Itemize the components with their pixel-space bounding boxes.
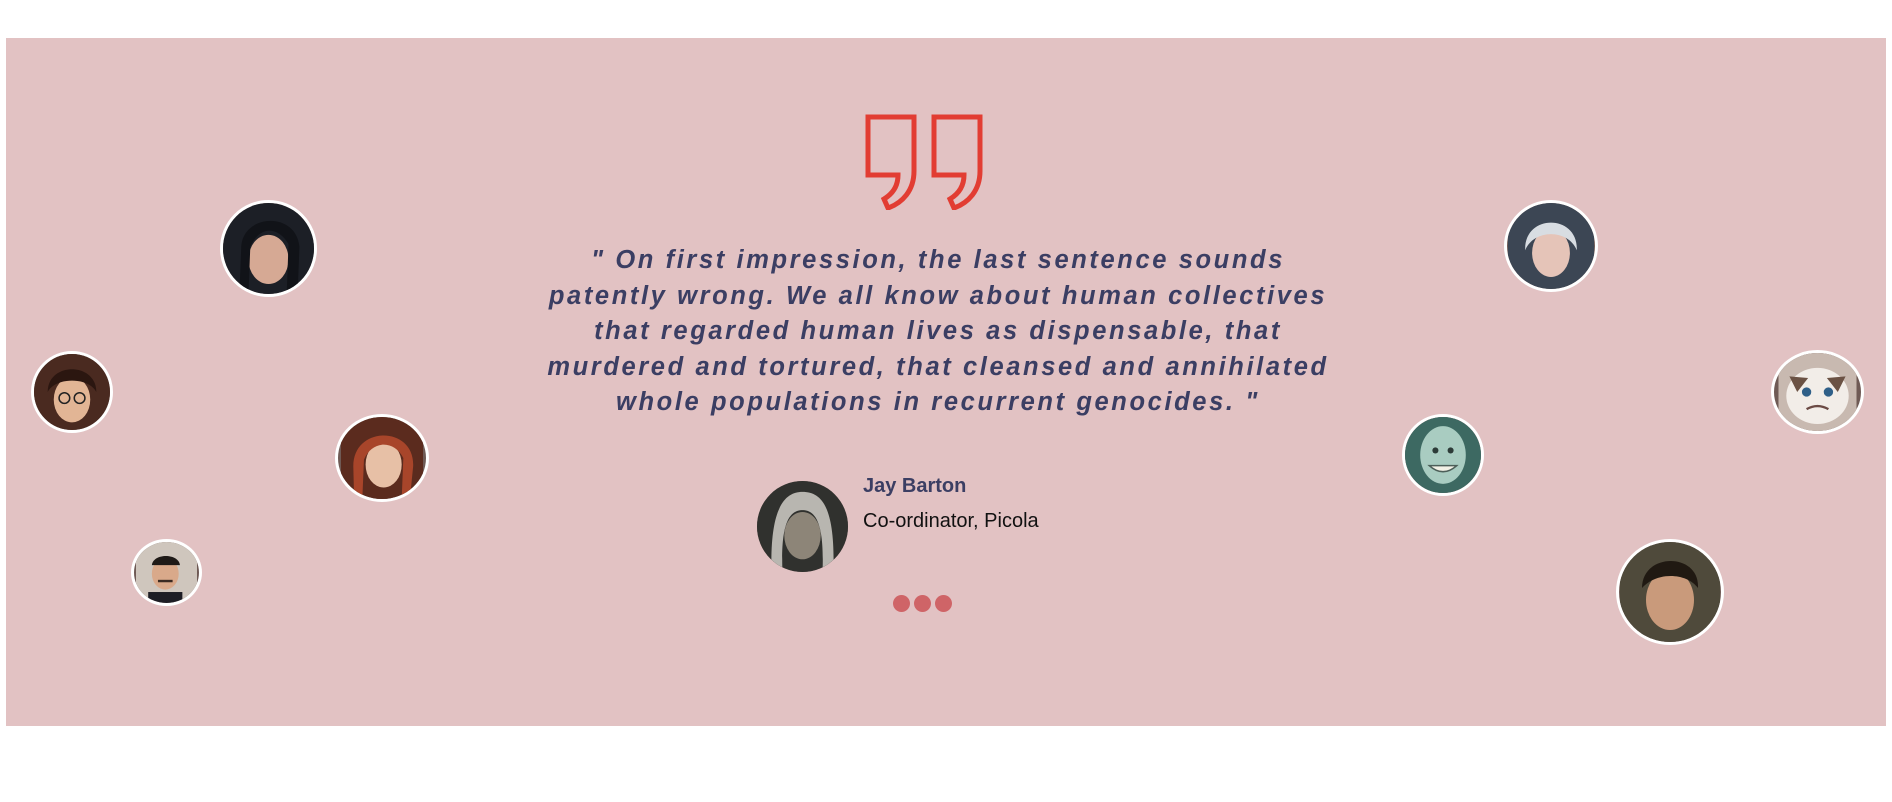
- carousel-dot[interactable]: [935, 595, 952, 612]
- author-avatar: [757, 481, 848, 572]
- avatar-portrait-icon: [1405, 417, 1481, 493]
- floating-avatar[interactable]: [1504, 200, 1598, 292]
- carousel-dot[interactable]: [893, 595, 910, 612]
- floating-avatar[interactable]: [1616, 539, 1724, 645]
- carousel-pagination: [893, 595, 952, 612]
- floating-avatar[interactable]: [335, 414, 429, 502]
- floating-avatar[interactable]: [31, 351, 113, 433]
- carousel-dot[interactable]: [914, 595, 931, 612]
- author-portrait-icon: [757, 481, 848, 572]
- floating-avatar[interactable]: [220, 200, 317, 297]
- closing-quote-icon: [865, 114, 983, 210]
- avatar-portrait-icon: [223, 203, 314, 294]
- floating-avatar[interactable]: [1402, 414, 1484, 496]
- avatar-portrait-icon: [34, 354, 110, 430]
- avatar-portrait-icon: [1778, 353, 1857, 431]
- floating-avatar[interactable]: [131, 539, 202, 606]
- author-role: Co-ordinator, Picola: [863, 510, 1039, 532]
- avatar-portrait-icon: [341, 417, 423, 499]
- floating-avatar[interactable]: [1771, 350, 1864, 434]
- testimonial-quote: " On first impression, the last sentence…: [547, 246, 1329, 416]
- avatar-portrait-icon: [1508, 203, 1594, 289]
- author-name: Jay Barton: [863, 475, 967, 497]
- avatar-portrait-icon: [1620, 542, 1720, 642]
- avatar-portrait-icon: [136, 542, 197, 603]
